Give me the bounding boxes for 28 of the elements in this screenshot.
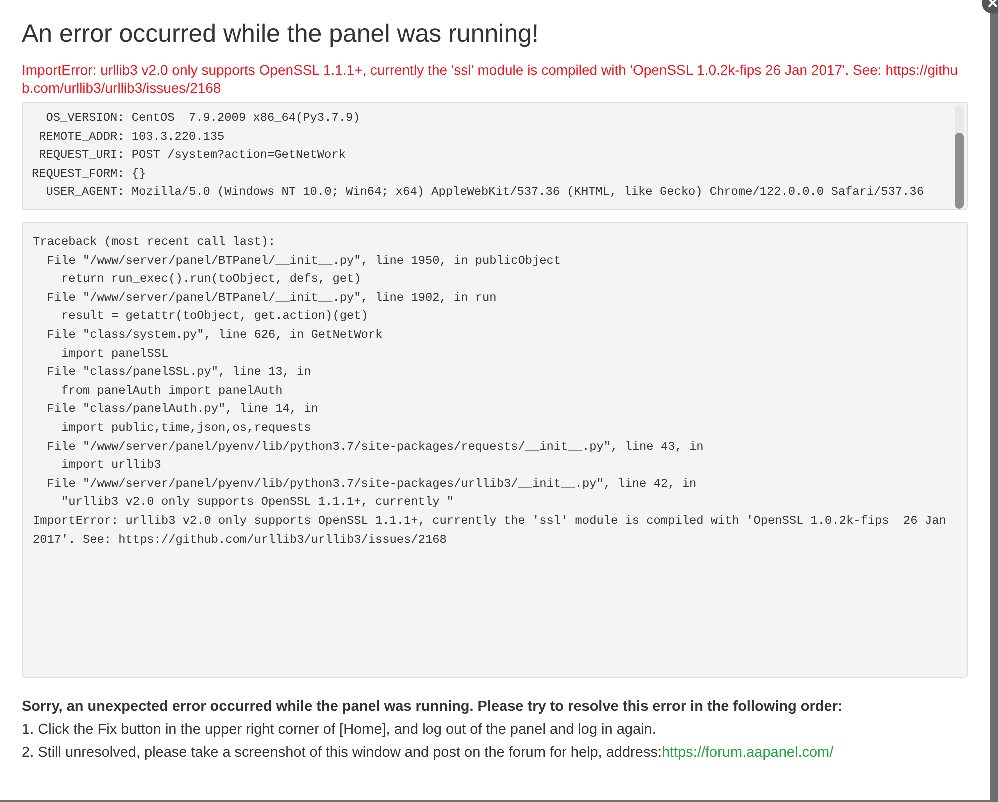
traceback-line: File "class/panelAuth.py", line 14, in [46, 401, 320, 418]
error-message: ImportError: urllib3 v2.0 only supports OpenSSL 1.1.1+, currently the 'ssl' module is compiled with 'OpenSSL 1.0.2k-fips 26 Jan 2017'. See: https://github.com/urllib3/urllib3/issues/2168 [22, 61, 960, 97]
traceback-line: import panelSSL [60, 346, 170, 363]
help-heading: Sorry, an unexpected error occurred while the panel was running. Please try to resolve this error in the following order: [22, 698, 844, 717]
traceback-line: import urllib3 [60, 457, 162, 474]
environment-line: REQUEST_FORM: {} [32, 166, 148, 183]
traceback-line: File "/www/server/panel/BTPanel/__init__.py", line 1950, in publicObject [46, 252, 562, 270]
traceback-line: File "/www/server/panel/pyenv/lib/python3.7/site-packages/requests/__init__.py", line 43, in [46, 438, 705, 456]
traceback-line: "urllib3 v2.0 only supports OpenSSL 1.1.1+, currently " [60, 494, 456, 512]
forum-link[interactable]: https://forum.aapanel.com/ [662, 745, 834, 761]
environment-line: REQUEST_URI: POST /system?action=GetNetWork [38, 147, 347, 164]
traceback-line: File "class/panelSSL.py", line 13, in [46, 364, 312, 382]
environment-line: USER_AGENT: Mozilla/5.0 (Windows NT 10.0; Win64; x64) AppleWebKit/537.36 (KHTML, like Gecko) Chrome/122.0.0.0 Safari/537.36 [45, 184, 925, 202]
traceback-line: Traceback (most recent call last): [33, 234, 277, 251]
environment-line: OS_VERSION: CentOS 7.9.2009 x86_64(Py3.7.9) [45, 110, 362, 127]
environment-line: REMOTE_ADDR: 103.3.220.135 [38, 128, 226, 146]
traceback-line: result = getattr(toObject, get.action)(get) [60, 308, 370, 326]
help-step: 2. Still unresolved, please take a screenshot of this window and post on the forum for help, address:https://forum.aapanel.com/ [22, 742, 968, 765]
traceback-line: ImportError: urllib3 v2.0 only supports OpenSSL 1.1.1+, currently the 'ssl' module is compiled with 'OpenSSL 1.0.2k-fips 26 Jan 2017'. See: https://github.com/urllib3/urllib3/issues/2168 [33, 512, 948, 548]
traceback-line: import public,time,json,os,requests [60, 420, 312, 437]
dialog-title: An error occurred while the panel was running! [22, 19, 540, 50]
help-step: 1. Click the Fix button in the upper right corner of [Home], and log out of the panel and log in again. [22, 719, 968, 742]
traceback-line: File "/www/server/panel/BTPanel/__init__.py", line 1902, in run [46, 290, 498, 307]
traceback-line: return run_exec().run(toObject, defs, get) [60, 271, 362, 288]
scrollbar[interactable] [955, 105, 964, 209]
traceback-line: File "/www/server/panel/pyenv/lib/python3.7/site-packages/urllib3/__init__.py", line 42, in [46, 476, 698, 493]
traceback-line: from panelAuth import panelAuth [60, 382, 284, 400]
traceback-line: File "class/system.py", line 626, in GetNetWork [46, 326, 384, 344]
